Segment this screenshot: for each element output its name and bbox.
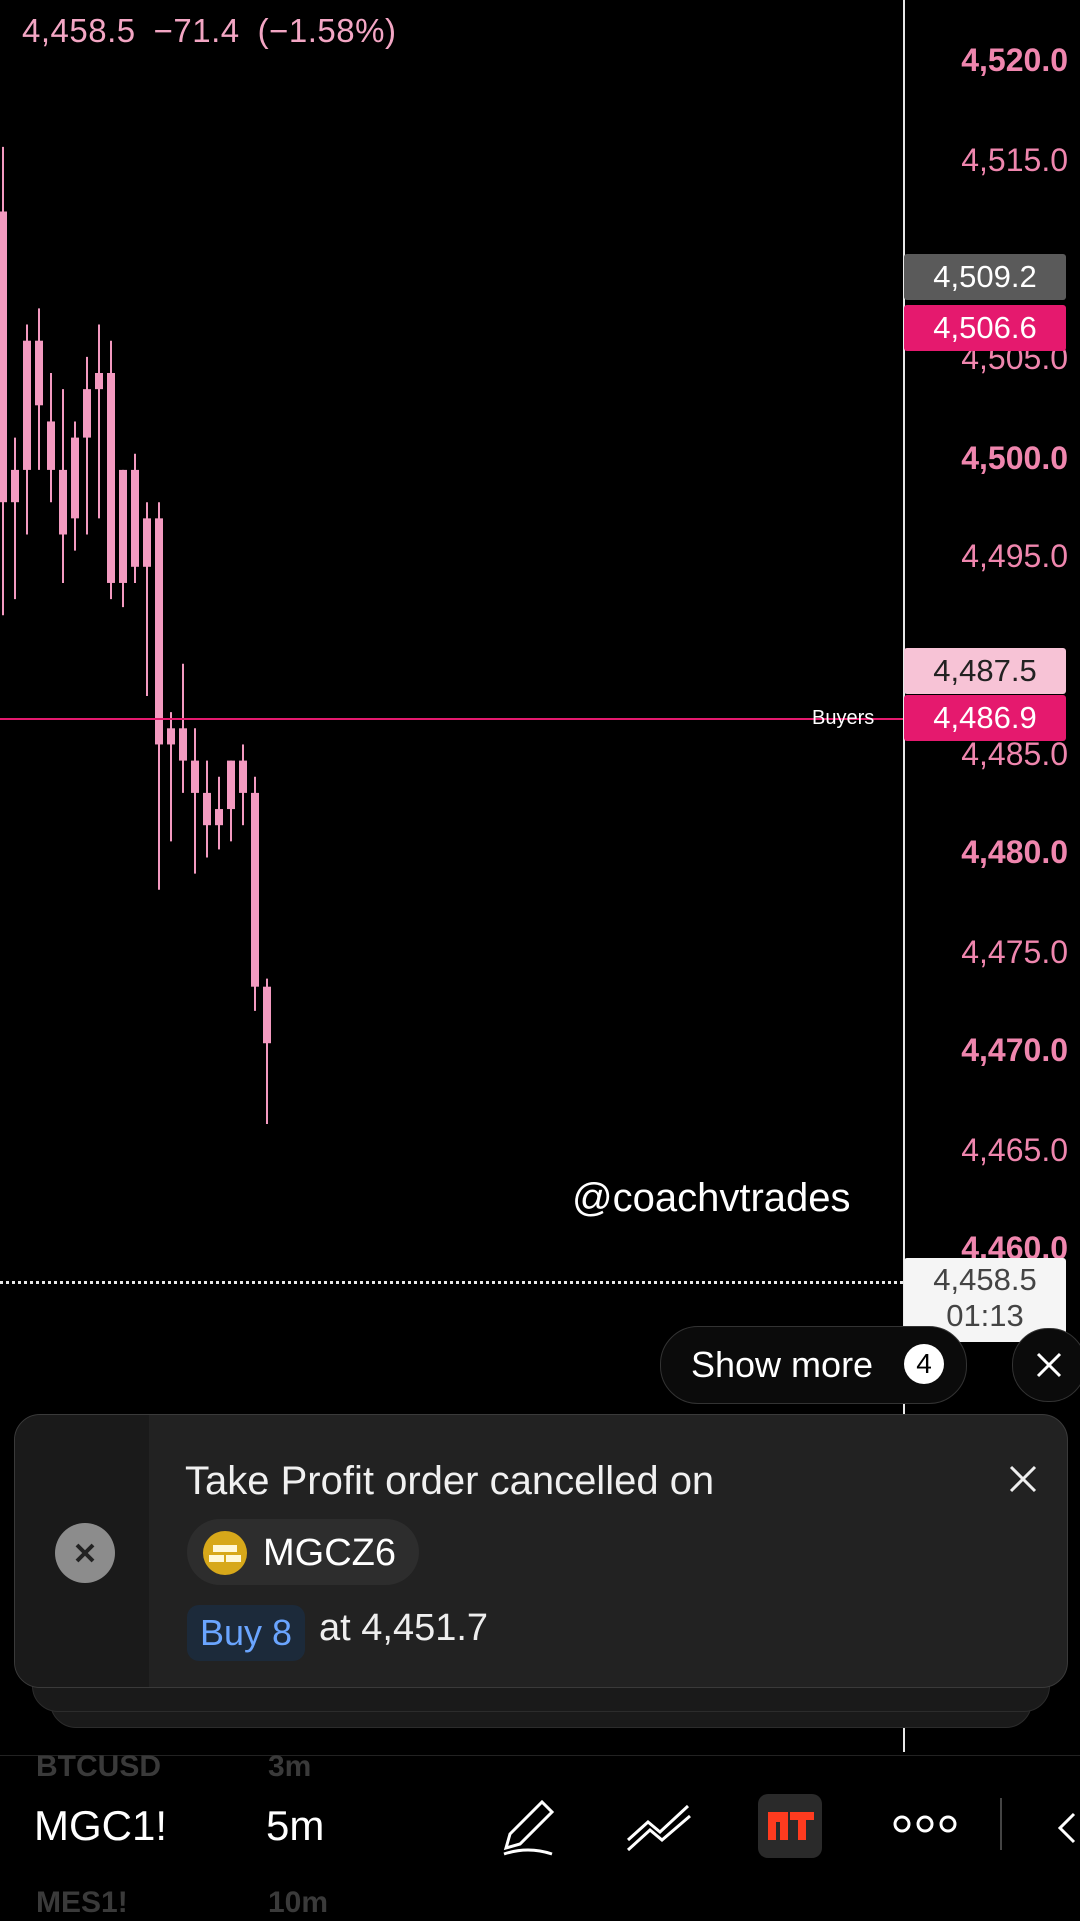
buyers-label: Buyers [812, 707, 875, 729]
symbol-picker-prev[interactable]: BTCUSD [36, 1750, 161, 1784]
axis-tick: 4,520.0 [961, 42, 1068, 78]
show-more-button[interactable]: Show more 4 [660, 1326, 967, 1404]
more-options-button[interactable] [890, 1804, 960, 1844]
axis-tick: 4,500.0 [961, 440, 1068, 476]
order-side-label: Buy 8 [199, 1612, 293, 1653]
close-icon [1009, 1465, 1037, 1493]
dismiss-all-button[interactable] [1012, 1328, 1080, 1402]
axis-tick: 4,470.0 [961, 1032, 1068, 1068]
toast-action-panel [15, 1415, 149, 1687]
candle [179, 663, 187, 793]
candle-body [47, 421, 55, 470]
toolbar-divider [1000, 1798, 1002, 1850]
candle [0, 146, 7, 616]
candle-body [263, 986, 271, 1044]
candle [35, 308, 43, 470]
symbol-selector[interactable]: MGC1! [34, 1802, 167, 1850]
axis-tick: 4,465.0 [961, 1132, 1068, 1168]
notification-toast[interactable]: Take Profit order cancelled on MGCZ6 Buy… [14, 1414, 1068, 1688]
price-tag-pink: 4,487.5 [904, 648, 1066, 694]
drawing-tool-button[interactable] [498, 1794, 558, 1858]
candle [227, 760, 235, 842]
candle-body [203, 792, 211, 826]
axis-tick: 4,495.0 [961, 538, 1068, 574]
price-tag-gray: 4,509.2 [904, 254, 1066, 300]
timeframe-picker-prev[interactable]: 3m [268, 1750, 311, 1784]
cancelled-status-icon [55, 1523, 115, 1583]
candle-body [59, 469, 67, 535]
candle-body [0, 211, 7, 503]
close-notification-button[interactable] [1003, 1459, 1043, 1499]
candle [143, 502, 151, 696]
axis-tick: 4,485.0 [961, 736, 1068, 772]
chevron-left-icon [1057, 1812, 1076, 1844]
last-price-tag-value: 4,458.5 [933, 1262, 1037, 1297]
candle [203, 760, 211, 858]
candle-body [71, 437, 79, 519]
close-icon [1036, 1352, 1062, 1378]
candle-body [227, 760, 235, 810]
candle [23, 324, 31, 535]
bottom-toolbar: BTCUSD 3m MGC1! 5m MES1! 10m [0, 1750, 1080, 1921]
candle-body [167, 728, 175, 745]
axis-tick: 4,475.0 [961, 934, 1068, 970]
candle-body [179, 728, 187, 761]
candle [239, 744, 247, 826]
candle [191, 728, 199, 874]
candle-body [119, 469, 127, 583]
price-tag-red: 4,506.6 [904, 305, 1066, 351]
pencil-icon [503, 1799, 555, 1856]
candle-body [95, 373, 103, 390]
last-price-line [0, 1281, 903, 1284]
candle-body [239, 760, 247, 793]
candle-body [131, 469, 139, 567]
order-side-badge: Buy 8 [187, 1605, 305, 1661]
timeframe-picker-next[interactable]: 10m [268, 1886, 328, 1920]
symbol-picker-next[interactable]: MES1! [36, 1886, 128, 1920]
candle [95, 324, 103, 519]
candle-body [23, 340, 31, 470]
notification-title: Take Profit order cancelled on [185, 1459, 715, 1503]
candle [251, 776, 259, 1011]
symbol-label: MGCZ6 [263, 1532, 396, 1574]
ellipsis-icon [893, 1815, 957, 1833]
timeframe-selector[interactable]: 5m [266, 1802, 324, 1850]
notification-count-badge: 4 [904, 1344, 944, 1384]
candle [119, 469, 127, 608]
candle [83, 356, 91, 535]
candle [11, 437, 19, 600]
candle-body [11, 469, 19, 503]
collapse-toolbar-button[interactable] [1052, 1808, 1080, 1848]
indicators-button[interactable] [624, 1796, 694, 1856]
candle [263, 978, 271, 1124]
symbol-chip[interactable]: MGCZ6 [187, 1519, 419, 1585]
candle [107, 340, 115, 600]
candle [71, 421, 79, 551]
axis-tick: 4,515.0 [961, 142, 1068, 178]
gold-bars-icon [203, 1531, 247, 1575]
candle [47, 373, 55, 503]
ninjatrader-logo-icon [768, 1812, 814, 1840]
trend-lines-icon [626, 1804, 691, 1852]
candle-body [155, 518, 163, 745]
order-price: at 4,451.7 [319, 1607, 489, 1649]
candle-body [191, 760, 199, 793]
buyers-price-tag[interactable]: 4,486.9 [904, 695, 1066, 741]
show-more-label: Show more [691, 1344, 874, 1385]
candle [59, 389, 67, 583]
candle-body [143, 518, 151, 567]
candle-body [107, 373, 115, 583]
broker-button[interactable] [758, 1794, 822, 1858]
candle-body [35, 340, 43, 406]
candle [155, 502, 163, 890]
buyers-level-line[interactable] [0, 718, 903, 720]
candle-body [215, 809, 223, 826]
axis-tick: 4,480.0 [961, 834, 1068, 870]
watermark: @coachvtrades [572, 1176, 851, 1220]
candle-body [251, 792, 259, 987]
candle [215, 776, 223, 850]
candle [167, 712, 175, 842]
candle-body [83, 389, 91, 438]
candle [131, 453, 139, 583]
